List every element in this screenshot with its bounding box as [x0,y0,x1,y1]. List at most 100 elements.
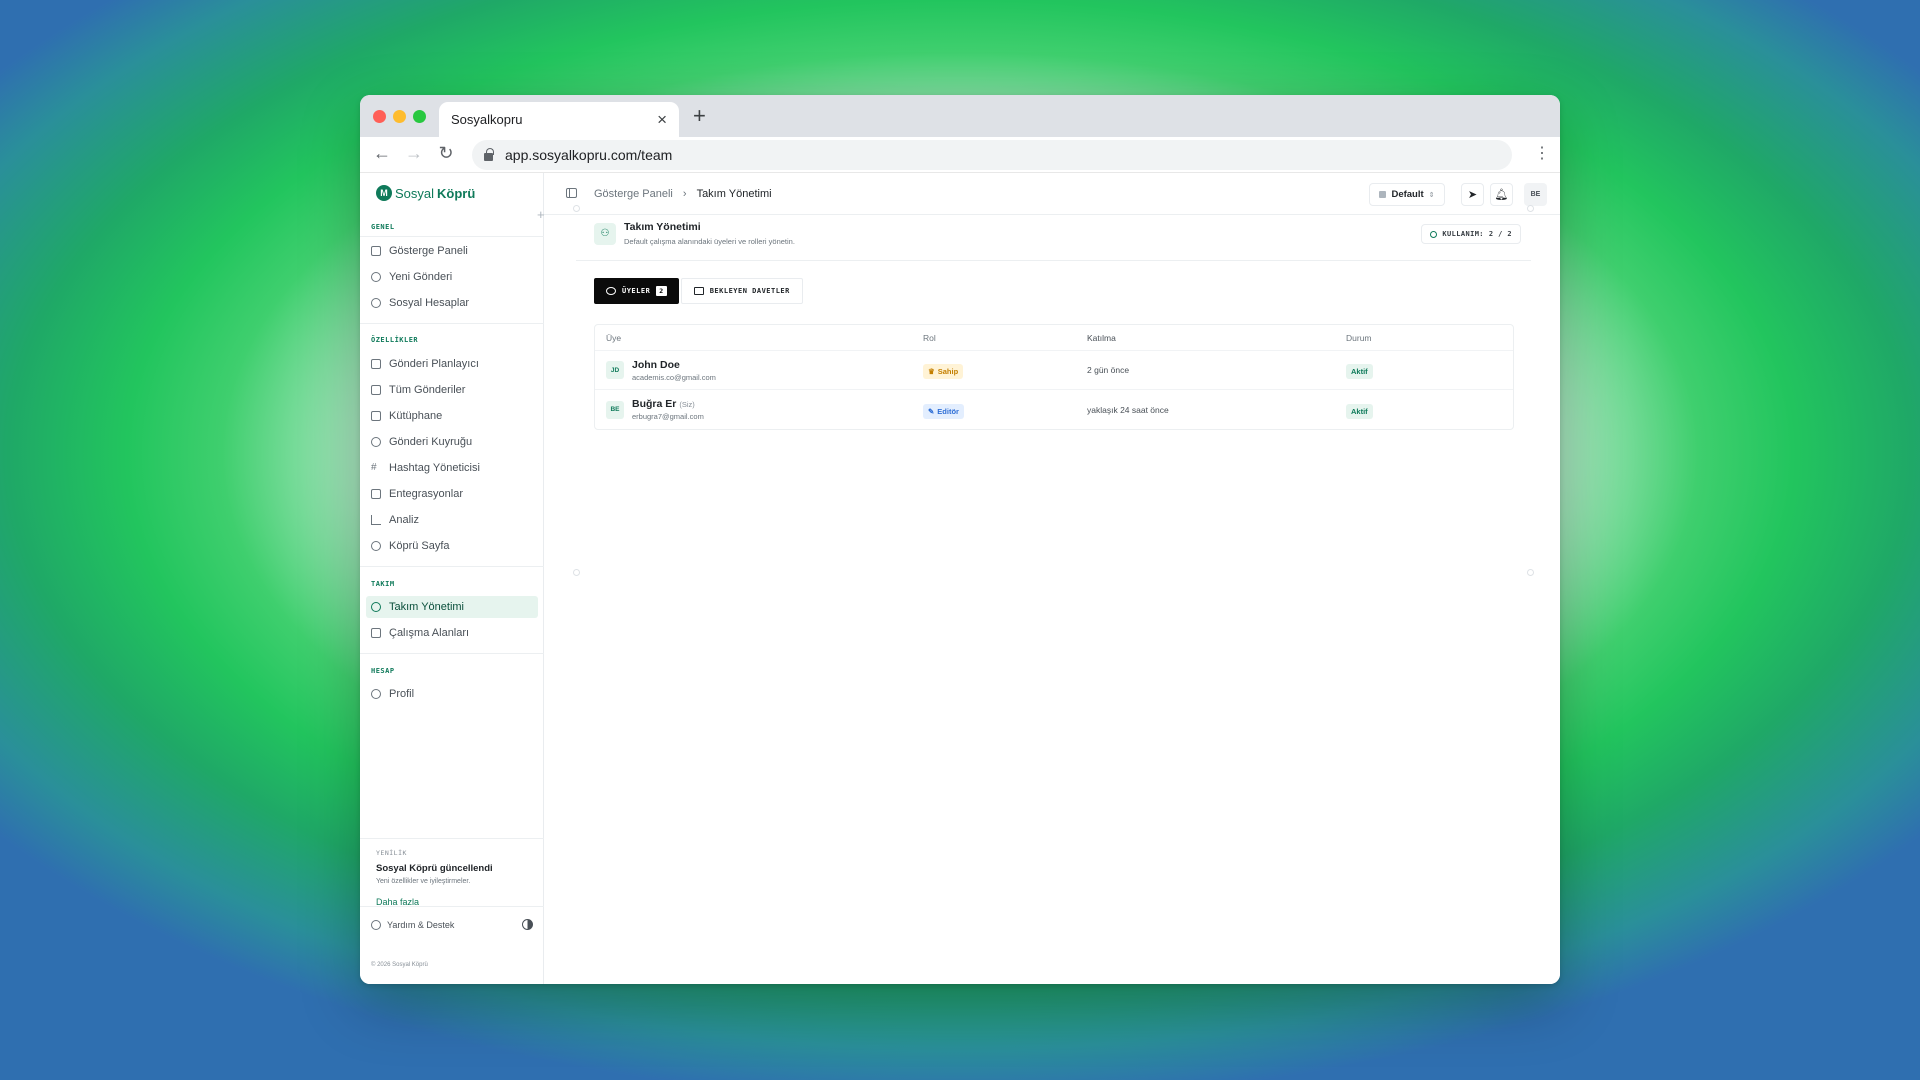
sidebar: M Sosyal Köprü + GENEL Gösterge Paneli Ye… [360,173,545,984]
document-icon [371,385,381,395]
grid-icon [371,246,381,256]
table-row[interactable]: JD John Doe academis.co@gmail.com ♛ Sahip… [595,351,1513,390]
tab-pending-invites[interactable]: BEKLEYEN DAVETLER [680,278,803,304]
sidebar-toggle-icon[interactable] [566,188,577,198]
divider [360,323,544,324]
send-button[interactable]: ➤ [1461,183,1484,206]
sidebar-item-label: Hashtag Yöneticisi [389,462,480,474]
app-root: M Sosyal Köprü + GENEL Gösterge Paneli Ye… [360,173,1560,984]
usage-label: KULLANIM: [1442,230,1484,238]
browser-menu-icon[interactable]: ⋮ [1534,144,1550,164]
member-joined: yaklaşık 24 saat önce [1087,404,1169,415]
breadcrumb-root[interactable]: Gösterge Paneli [594,188,673,200]
browser-window: Sosyalkopru × + ← → ↻ app.sosyalkopru.co… [360,95,1560,984]
tab-title: Sosyalkopru [451,112,523,127]
sidebar-item-workspaces[interactable]: Çalışma Alanları [366,622,538,644]
usage-value: 2 / 2 [1488,230,1512,238]
sidebar-item-planner[interactable]: Gönderi Planlayıcı [366,353,538,375]
page-title: Takım Yönetimi [624,221,701,233]
close-window-button[interactable] [373,110,386,123]
table-row[interactable]: BE Buğra Er (Siz) erbugra7@gmail.com ✎ Edi… [595,390,1513,429]
column-header-status: Durum [1346,332,1372,343]
sidebar-item-profile[interactable]: Profil [366,683,538,705]
plus-circle-icon [371,272,381,282]
share-icon [371,298,381,308]
resize-handle [1527,569,1534,576]
members-count-badge: 2 [656,286,667,296]
news-description: Yeni özellikler ve iyileştirmeler. [376,878,471,885]
sidebar-item-hashtag[interactable]: # Hashtag Yöneticisi [366,457,538,479]
reload-icon[interactable]: ↻ [434,143,458,164]
member-joined: 2 gün önce [1087,365,1130,375]
role-label: Editör [937,406,959,416]
sidebar-item-all-posts[interactable]: Tüm Gönderiler [366,379,538,401]
member-avatar: BE [606,400,624,419]
back-arrow-icon[interactable]: ← [370,143,394,164]
theme-toggle-icon[interactable] [522,919,533,930]
tab-members-label: ÜYELER [622,287,651,295]
sidebar-item-label: Kütüphane [389,410,443,422]
user-icon [1430,230,1438,238]
sidebar-item-queue[interactable]: Gönderi Kuyruğu [366,431,538,453]
minimize-window-button[interactable] [393,110,406,123]
tab-strip: Sosyalkopru × + [360,95,1560,137]
help-support-row[interactable]: Yardım & Destek [360,906,544,942]
puzzle-icon [371,489,381,499]
user-icon [371,689,381,699]
sidebar-item-analytics[interactable]: Analiz [366,509,538,531]
workspace-icon [1379,191,1387,198]
divider [360,566,544,567]
member-name: John Doe [632,358,680,371]
maximize-window-button[interactable] [413,110,426,123]
sidebar-item-label: Analiz [389,514,419,526]
sidebar-item-label: Yeni Gönderi [389,271,453,283]
tab-close-icon[interactable]: × [657,110,667,130]
workspace-name: Default [1391,189,1424,200]
mail-icon [693,287,704,295]
help-label: Yardım & Destek [387,919,455,930]
divider [360,653,544,654]
sidebar-item-label: Gönderi Kuyruğu [389,436,473,448]
member-email: erbugra7@gmail.com [632,412,704,421]
browser-tab[interactable]: Sosyalkopru × [439,102,679,137]
sidebar-item-social-accounts[interactable]: Sosyal Hesaplar [366,292,538,314]
help-icon [371,919,381,930]
section-label-general: GENEL [371,223,395,231]
sidebar-item-label: Gönderi Planlayıcı [389,358,479,370]
sidebar-item-new-post[interactable]: Yeni Gönderi [366,266,538,288]
building-icon [371,628,381,638]
logo-text-b: Köprü [437,185,476,201]
sidebar-item-dashboard[interactable]: Gösterge Paneli [366,240,538,262]
sidebar-item-library[interactable]: Kütüphane [366,405,538,427]
avatar[interactable]: BE [1524,183,1547,206]
sidebar-item-label: Köprü Sayfa [389,540,450,552]
tab-members[interactable]: ÜYELER 2 [594,278,679,304]
member-avatar: JD [606,361,624,379]
notifications-button[interactable]: 🔔︎ [1490,183,1513,206]
globe-icon [371,541,381,551]
crown-icon: ♛ [928,367,935,376]
app-logo[interactable]: M Sosyal Köprü [376,185,475,201]
column-header-member: Üye [606,332,622,343]
sidebar-item-bridge-page[interactable]: Köprü Sayfa [366,535,538,557]
status-badge: Aktif [1346,403,1373,419]
forward-arrow-icon[interactable]: → [402,143,426,164]
chevron-updown-icon: ⇕ [1428,191,1435,199]
usage-badge: KULLANIM: 2 / 2 [1421,224,1521,244]
sidebar-item-label: Entegrasyonlar [389,488,463,500]
tab-bar: ÜYELER 2 BEKLEYEN DAVETLER [594,278,803,304]
users-icon [606,287,616,295]
workspace-select[interactable]: Default ⇕ [1369,183,1445,206]
breadcrumb-current: Takım Yönetimi [696,188,772,200]
sidebar-item-label: Sosyal Hesaplar [389,297,470,309]
sidebar-item-label: Gösterge Paneli [389,245,468,257]
sidebar-item-integrations[interactable]: Entegrasyonlar [366,483,538,505]
url-text: app.sosyalkopru.com/team [505,147,673,163]
sidebar-item-team-management[interactable]: Takım Yönetimi [366,596,538,618]
copyright: © 2026 Sosyal Köprü [371,962,428,968]
bell-icon: 🔔︎ [1494,189,1509,201]
address-bar[interactable]: app.sosyalkopru.com/team [472,140,1512,170]
status-badge: Aktif [1346,364,1373,379]
breadcrumb: Gösterge Paneli › Takım Yönetimi [594,188,772,200]
new-tab-button[interactable]: + [693,102,706,130]
